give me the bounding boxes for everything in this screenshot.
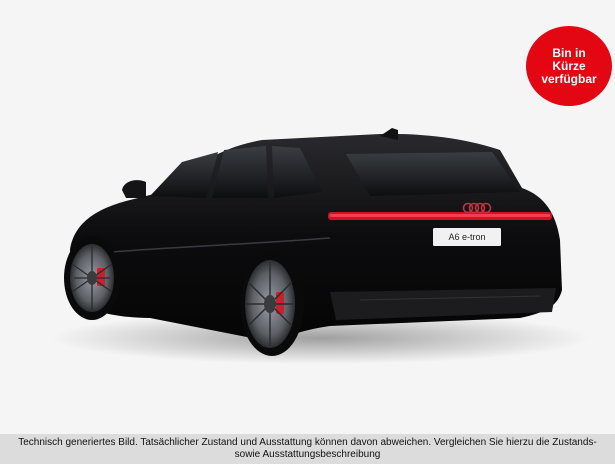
product-image-stage: A6 e-tron Bin in Kürze verfügbar	[0, 0, 615, 464]
car-image: A6 e-tron	[50, 128, 590, 364]
rear-light-glow	[330, 214, 550, 217]
rear-wheel	[240, 252, 304, 356]
license-plate: A6 e-tron	[433, 228, 501, 246]
availability-badge-text: Bin in Kürze verfügbar	[541, 45, 597, 86]
image-disclaimer-text: Technisch generiertes Bild. Tatsächliche…	[18, 436, 597, 461]
image-disclaimer: Technisch generiertes Bild. Tatsächliche…	[0, 434, 615, 464]
rear-windshield	[346, 152, 520, 196]
availability-badge: Bin in Kürze verfügbar	[526, 26, 612, 106]
side-mirror	[122, 180, 146, 198]
front-wheel	[64, 236, 120, 320]
plate-label: A6 e-tron	[448, 232, 485, 242]
